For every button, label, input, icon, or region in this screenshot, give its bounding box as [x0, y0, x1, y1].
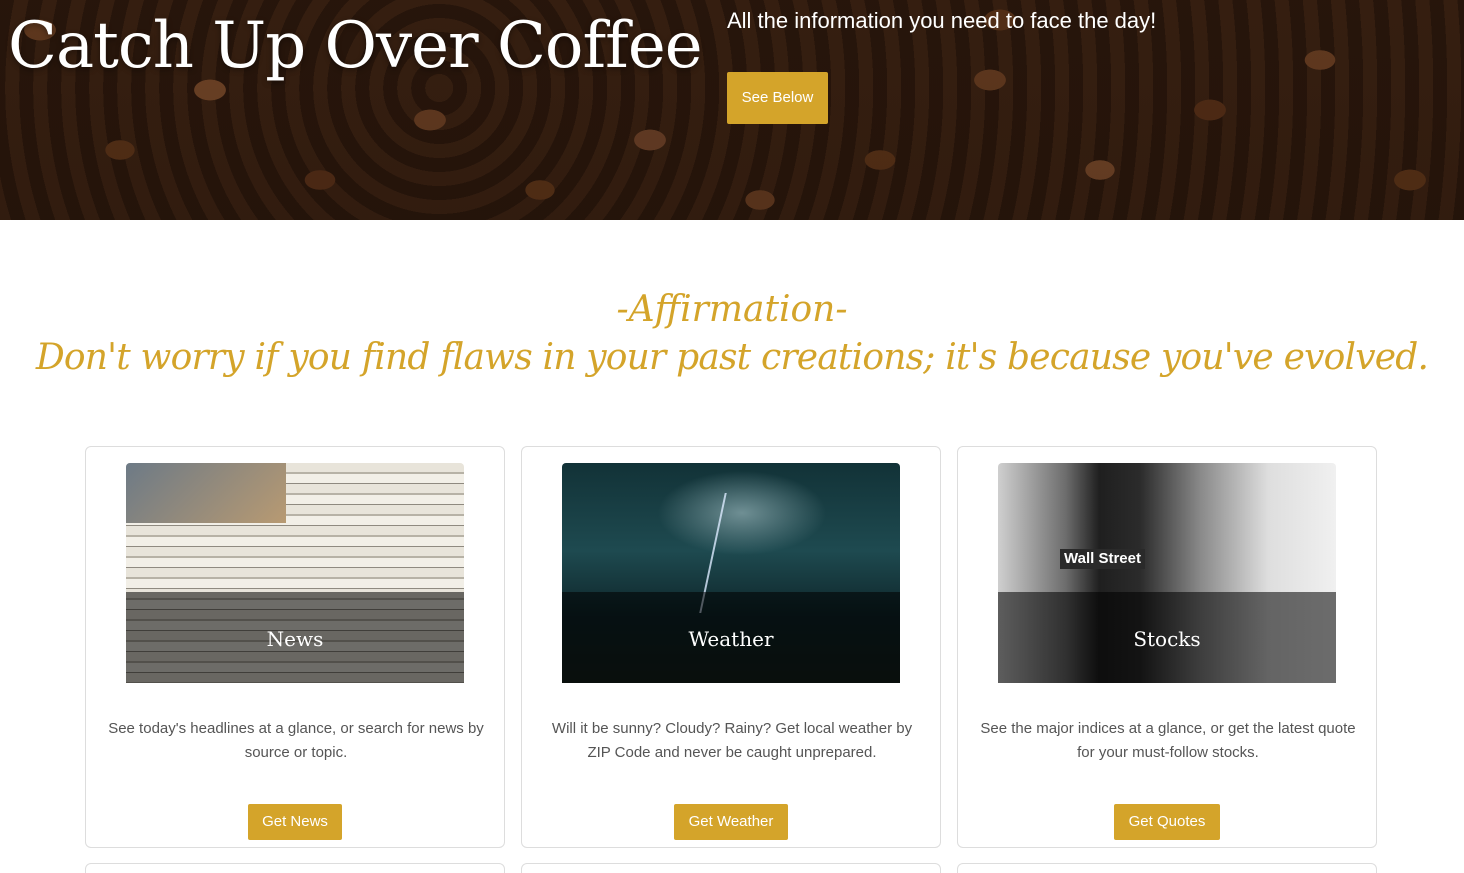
affirmation-text: Don't worry if you find flaws in your pa… — [35, 337, 1429, 378]
site-title: Catch Up Over Coffee — [8, 9, 703, 83]
see-below-button[interactable]: See Below — [727, 72, 828, 124]
stocks-image: Wall Street Stocks — [998, 463, 1336, 683]
wall-street-sign: Wall Street — [1060, 549, 1145, 569]
news-image: News — [126, 463, 464, 683]
news-card-description: See today's headlines at a glance, or se… — [108, 720, 484, 761]
hero-banner: Catch Up Over Coffee All the information… — [0, 0, 1464, 220]
stocks-card-description: See the major indices at a glance, or ge… — [980, 720, 1356, 761]
get-quotes-button[interactable]: Get Quotes — [1114, 804, 1220, 840]
weather-card-description: Will it be sunny? Cloudy? Rainy? Get loc… — [551, 720, 913, 761]
card-next-row — [957, 863, 1377, 873]
news-card: News See today's headlines at a glance, … — [85, 446, 505, 848]
get-weather-button[interactable]: Get Weather — [674, 804, 788, 840]
weather-image: Weather — [562, 463, 900, 683]
weather-card: Weather Will it be sunny? Cloudy? Rainy?… — [521, 446, 941, 848]
stocks-card: Wall Street Stocks See the major indices… — [957, 446, 1377, 848]
hero-tagline: All the information you need to face the… — [727, 8, 1157, 33]
affirmation-section: -Affirmation- Don't worry if you find fl… — [0, 286, 1464, 382]
newspaper-photo — [126, 463, 286, 523]
weather-card-title: Weather — [688, 627, 774, 651]
stocks-card-title: Stocks — [1133, 627, 1201, 651]
affirmation-heading: -Affirmation- — [616, 289, 848, 330]
news-card-title: News — [266, 627, 324, 651]
get-news-button[interactable]: Get News — [248, 804, 342, 840]
card-next-row — [85, 863, 505, 873]
card-next-row — [521, 863, 941, 873]
